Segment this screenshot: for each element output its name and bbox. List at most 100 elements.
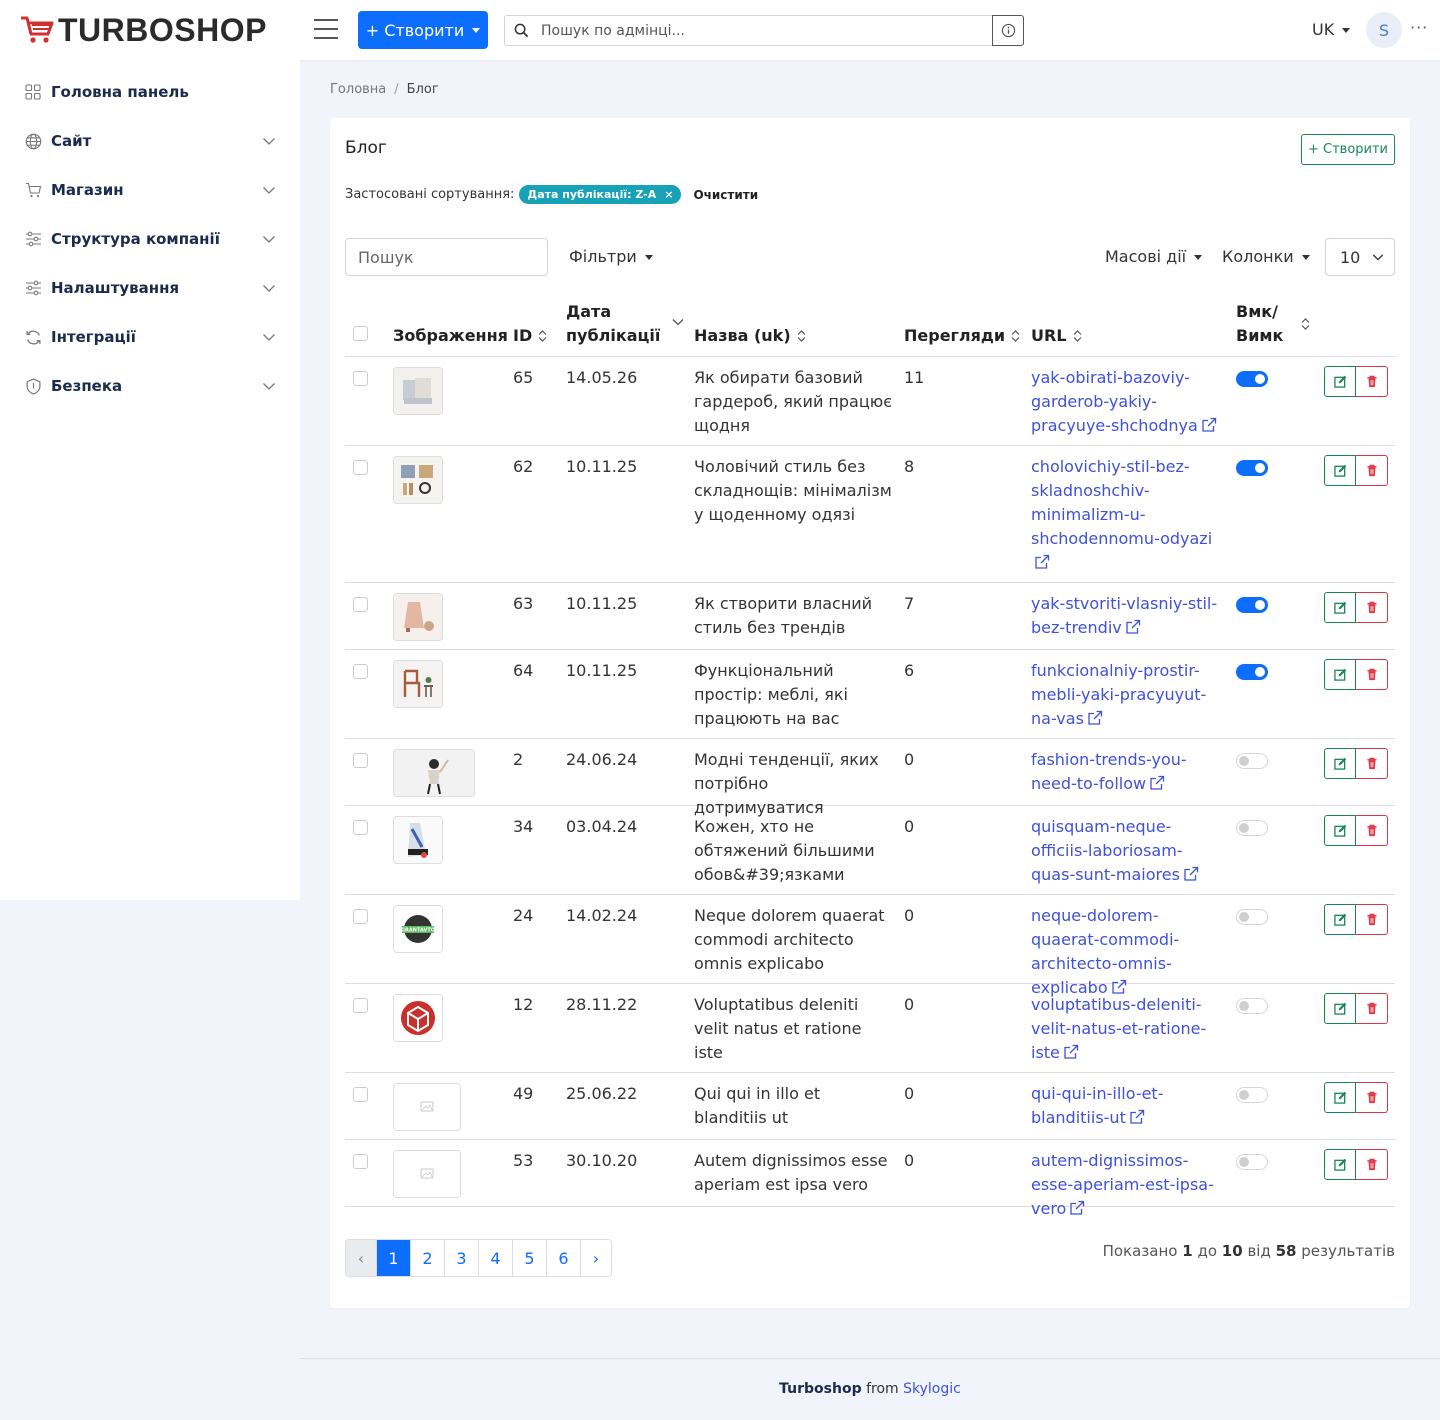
sidebar-item-shop[interactable]: Магазин bbox=[24, 178, 276, 202]
column-header-id[interactable]: ID bbox=[513, 324, 547, 348]
post-thumbnail[interactable] bbox=[393, 593, 443, 641]
filters-dropdown[interactable]: Фільтри bbox=[569, 247, 653, 266]
cell-url[interactable]: yak-stvoriti-vlasniy-stil-bez-trendiv bbox=[1031, 592, 1221, 640]
edit-button[interactable] bbox=[1324, 904, 1356, 935]
edit-button[interactable] bbox=[1324, 1149, 1356, 1180]
enabled-toggle[interactable] bbox=[1236, 371, 1268, 387]
post-thumbnail[interactable] bbox=[393, 367, 443, 415]
delete-button[interactable] bbox=[1356, 815, 1388, 846]
more-menu-icon[interactable]: ··· bbox=[1410, 18, 1428, 37]
language-selector[interactable]: UK bbox=[1312, 20, 1351, 39]
header-create-button[interactable]: + Створити bbox=[358, 11, 488, 49]
enabled-toggle[interactable] bbox=[1236, 664, 1268, 680]
remove-sort-icon[interactable]: × bbox=[664, 188, 673, 201]
admin-search-input[interactable] bbox=[541, 16, 991, 45]
post-thumbnail[interactable] bbox=[393, 1083, 461, 1131]
footer-company-link[interactable]: Skylogic bbox=[903, 1381, 961, 1397]
enabled-toggle[interactable] bbox=[1236, 909, 1268, 925]
enabled-toggle[interactable] bbox=[1236, 460, 1268, 476]
enabled-toggle[interactable] bbox=[1236, 820, 1268, 836]
cell-url[interactable]: funkcionalniy-prostir-mebli-yaki-pracyuy… bbox=[1031, 659, 1221, 731]
delete-button[interactable] bbox=[1356, 904, 1388, 935]
clear-sorts-link[interactable]: Очистити bbox=[693, 188, 758, 202]
per-page-select[interactable]: 10 bbox=[1325, 238, 1395, 276]
sidebar-item-integrations[interactable]: Інтеграції bbox=[24, 325, 276, 349]
sidebar-item-settings[interactable]: Налаштування bbox=[24, 276, 276, 300]
cell-url[interactable]: yak-obirati-bazoviy-garderob-yakiy-pracy… bbox=[1031, 366, 1221, 438]
edit-button[interactable] bbox=[1324, 592, 1356, 623]
columns-dropdown[interactable]: Колонки bbox=[1222, 247, 1310, 266]
menu-toggle-icon[interactable] bbox=[314, 19, 338, 39]
bulk-actions-dropdown[interactable]: Масові дії bbox=[1105, 247, 1203, 266]
create-post-button[interactable]: + Створити bbox=[1301, 134, 1395, 165]
sidebar-item-dashboard[interactable]: Головна панель bbox=[24, 80, 276, 104]
post-thumbnail[interactable] bbox=[393, 660, 443, 708]
edit-button[interactable] bbox=[1324, 993, 1356, 1024]
cell-url[interactable]: cholovichiy-stil-bez-skladnoshchiv-minim… bbox=[1031, 455, 1221, 575]
delete-button[interactable] bbox=[1356, 748, 1388, 779]
row-checkbox[interactable] bbox=[353, 460, 368, 475]
edit-button[interactable] bbox=[1324, 366, 1356, 397]
pagination-page[interactable]: 4 bbox=[478, 1240, 512, 1276]
column-header-enabled[interactable]: Вмк/Вимк bbox=[1236, 300, 1310, 348]
sidebar-item-site[interactable]: Сайт bbox=[24, 129, 276, 153]
row-checkbox[interactable] bbox=[353, 597, 368, 612]
column-header-views[interactable]: Перегляди bbox=[904, 324, 1020, 348]
row-checkbox[interactable] bbox=[353, 998, 368, 1013]
pagination-page[interactable]: 1 bbox=[376, 1240, 410, 1276]
edit-button[interactable] bbox=[1324, 659, 1356, 690]
delete-button[interactable] bbox=[1356, 1149, 1388, 1180]
post-thumbnail[interactable]: GRANTAVTO bbox=[393, 905, 443, 953]
delete-button[interactable] bbox=[1356, 455, 1388, 486]
select-all-checkbox[interactable] bbox=[353, 326, 368, 341]
edit-button[interactable] bbox=[1324, 455, 1356, 486]
post-thumbnail[interactable] bbox=[393, 749, 475, 797]
delete-button[interactable] bbox=[1356, 366, 1388, 397]
edit-button[interactable] bbox=[1324, 1082, 1356, 1113]
delete-button[interactable] bbox=[1356, 993, 1388, 1024]
sidebar-item-security[interactable]: Безпека bbox=[24, 374, 276, 398]
pagination-page[interactable]: 6 bbox=[546, 1240, 580, 1276]
edit-button[interactable] bbox=[1324, 815, 1356, 846]
table-search-input[interactable] bbox=[345, 238, 548, 276]
column-header-url[interactable]: URL bbox=[1031, 324, 1082, 348]
enabled-toggle[interactable] bbox=[1236, 597, 1268, 613]
external-link-icon bbox=[1126, 619, 1140, 634]
row-checkbox[interactable] bbox=[353, 664, 368, 679]
column-header-name[interactable]: Назва (uk) bbox=[694, 324, 806, 348]
post-thumbnail[interactable] bbox=[393, 816, 443, 864]
pagination-next[interactable]: › bbox=[580, 1240, 611, 1276]
column-header-date[interactable]: Дата публікації bbox=[566, 300, 684, 348]
avatar[interactable]: S bbox=[1366, 12, 1402, 48]
enabled-toggle[interactable] bbox=[1236, 753, 1268, 769]
cell-url[interactable]: voluptatibus-deleniti-velit-natus-et-rat… bbox=[1031, 993, 1221, 1065]
row-checkbox[interactable] bbox=[353, 753, 368, 768]
row-checkbox[interactable] bbox=[353, 820, 368, 835]
cell-url[interactable]: qui-qui-in-illo-et-blanditiis-ut bbox=[1031, 1082, 1221, 1130]
enabled-toggle[interactable] bbox=[1236, 1154, 1268, 1170]
delete-button[interactable] bbox=[1356, 659, 1388, 690]
enabled-toggle[interactable] bbox=[1236, 1087, 1268, 1103]
edit-button[interactable] bbox=[1324, 748, 1356, 779]
row-checkbox[interactable] bbox=[353, 1154, 368, 1169]
enabled-toggle[interactable] bbox=[1236, 998, 1268, 1014]
pagination-prev[interactable]: ‹ bbox=[346, 1240, 376, 1276]
sidebar-item-company-structure[interactable]: Структура компанії bbox=[24, 227, 276, 251]
logo[interactable]: TURBOSHOP bbox=[20, 14, 267, 46]
pagination-page[interactable]: 2 bbox=[410, 1240, 444, 1276]
search-help-button[interactable] bbox=[992, 15, 1024, 46]
cell-url[interactable]: fashion-trends-you-need-to-follow bbox=[1031, 748, 1221, 796]
pagination-page[interactable]: 3 bbox=[444, 1240, 478, 1276]
cell-url[interactable]: autem-dignissimos-esse-aperiam-est-ipsa-… bbox=[1031, 1149, 1221, 1221]
post-thumbnail[interactable] bbox=[393, 994, 443, 1042]
row-checkbox[interactable] bbox=[353, 909, 368, 924]
row-checkbox[interactable] bbox=[353, 1087, 368, 1102]
delete-button[interactable] bbox=[1356, 592, 1388, 623]
row-checkbox[interactable] bbox=[353, 371, 368, 386]
cell-url[interactable]: quisquam-neque-officiis-laboriosam-quas-… bbox=[1031, 815, 1221, 887]
post-thumbnail[interactable] bbox=[393, 456, 443, 504]
breadcrumb-home[interactable]: Головна bbox=[330, 82, 386, 97]
post-thumbnail[interactable] bbox=[393, 1150, 461, 1198]
delete-button[interactable] bbox=[1356, 1082, 1388, 1113]
pagination-page[interactable]: 5 bbox=[512, 1240, 546, 1276]
